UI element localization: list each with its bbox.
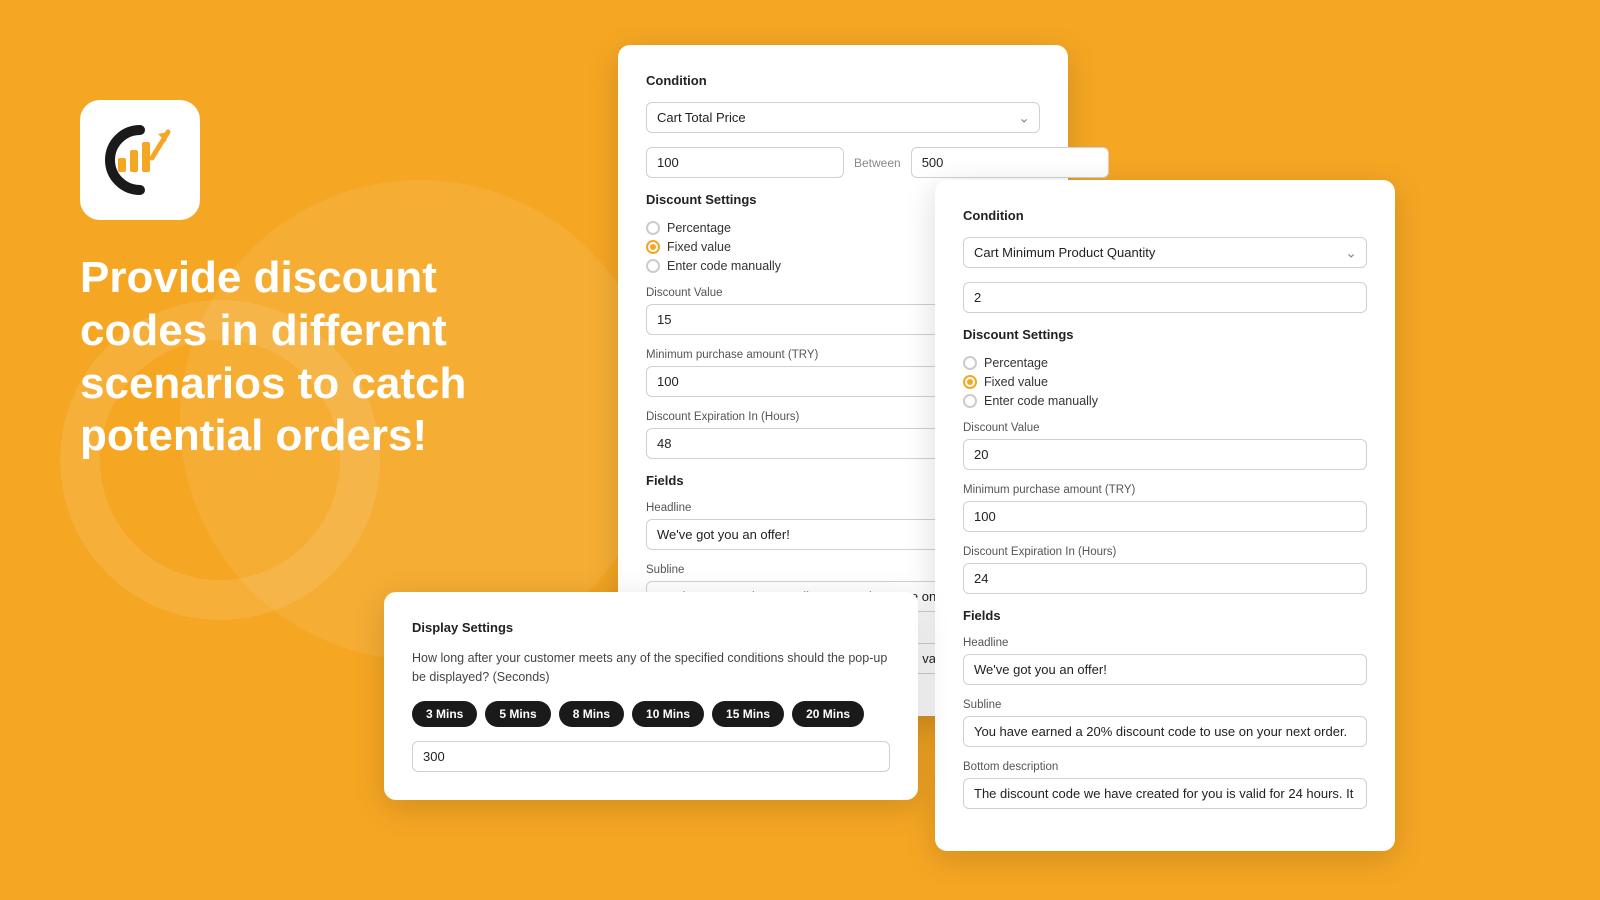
card2-subline-label: Subline (963, 699, 1367, 711)
card1-condition-group: Cart Total Price (646, 102, 1040, 133)
card1-radio-label-manual: Enter code manually (667, 259, 781, 273)
card2-min-purchase-input[interactable] (963, 501, 1367, 532)
time-buttons-group: 3 Mins 5 Mins 8 Mins 10 Mins 15 Mins 20 … (412, 701, 890, 727)
time-btn-15mins[interactable]: 15 Mins (712, 701, 784, 727)
card2-radio-dot-percentage (963, 356, 977, 370)
card2-quantity-input[interactable] (963, 282, 1367, 313)
card2-radio-dot-manual (963, 394, 977, 408)
card3-desc: How long after your customer meets any o… (412, 649, 890, 687)
card2-radio-dot-fixed (963, 375, 977, 389)
card2-discount-value-input[interactable] (963, 439, 1367, 470)
card2-subline-input[interactable] (963, 716, 1367, 747)
card1-value-from[interactable] (646, 147, 844, 178)
card2-discount-title: Discount Settings (963, 327, 1367, 342)
card2-radio-group: Percentage Fixed value Enter code manual… (963, 356, 1367, 408)
card1-title: Condition (646, 73, 1040, 88)
card2-fields-title: Fields (963, 608, 1367, 623)
card2-expiration-group: Discount Expiration In (Hours) (963, 546, 1367, 594)
card2-radio-percentage[interactable]: Percentage (963, 356, 1367, 370)
card-condition-2: Condition Cart Minimum Product Quantity … (935, 180, 1395, 851)
card1-radio-label-fixed: Fixed value (667, 240, 731, 254)
hero-tagline: Provide discount codes in different scen… (80, 252, 560, 463)
card2-condition-select-wrapper[interactable]: Cart Minimum Product Quantity (963, 237, 1367, 268)
time-btn-3mins[interactable]: 3 Mins (412, 701, 477, 727)
card2-condition-group: Cart Minimum Product Quantity (963, 237, 1367, 268)
card2-condition-select[interactable]: Cart Minimum Product Quantity (963, 237, 1367, 268)
card1-between-label: Between (854, 156, 901, 170)
card2-bottom-desc-group: Bottom description (963, 761, 1367, 809)
card2-title: Condition (963, 208, 1367, 223)
time-btn-5mins[interactable]: 5 Mins (485, 701, 550, 727)
card2-radio-label-percentage: Percentage (984, 356, 1048, 370)
card2-radio-label-manual: Enter code manually (984, 394, 1098, 408)
logo-box (80, 100, 200, 220)
card2-bottom-desc-input[interactable] (963, 778, 1367, 809)
card-display-settings: Display Settings How long after your cus… (384, 592, 918, 800)
card2-radio-fixed[interactable]: Fixed value (963, 375, 1367, 389)
card1-radio-dot-percentage (646, 221, 660, 235)
logo-icon (100, 120, 180, 200)
card1-condition-select[interactable]: Cart Total Price (646, 102, 1040, 133)
time-btn-10mins[interactable]: 10 Mins (632, 701, 704, 727)
card2-headline-group: Headline (963, 637, 1367, 685)
card2-radio-manual[interactable]: Enter code manually (963, 394, 1367, 408)
card2-discount-value-group: Discount Value (963, 422, 1367, 470)
card2-discount-value-label: Discount Value (963, 422, 1367, 434)
seconds-input[interactable] (412, 741, 890, 772)
card2-min-purchase-group: Minimum purchase amount (TRY) (963, 484, 1367, 532)
card1-radio-dot-manual (646, 259, 660, 273)
card1-radio-dot-fixed (646, 240, 660, 254)
left-panel: Provide discount codes in different scen… (80, 100, 560, 463)
card1-radio-label-percentage: Percentage (667, 221, 731, 235)
time-btn-20mins[interactable]: 20 Mins (792, 701, 864, 727)
card2-radio-label-fixed: Fixed value (984, 375, 1048, 389)
card2-expiration-input[interactable] (963, 563, 1367, 594)
card1-between-row: Between (646, 147, 1040, 178)
card2-expiration-label: Discount Expiration In (Hours) (963, 546, 1367, 558)
card2-min-purchase-label: Minimum purchase amount (TRY) (963, 484, 1367, 496)
card2-quantity-group (963, 282, 1367, 313)
time-btn-8mins[interactable]: 8 Mins (559, 701, 624, 727)
card1-condition-select-wrapper[interactable]: Cart Total Price (646, 102, 1040, 133)
card3-title: Display Settings (412, 620, 890, 635)
card2-bottom-desc-label: Bottom description (963, 761, 1367, 773)
card2-subline-group: Subline (963, 699, 1367, 747)
card1-value-to[interactable] (911, 147, 1109, 178)
card2-headline-label: Headline (963, 637, 1367, 649)
card2-headline-input[interactable] (963, 654, 1367, 685)
